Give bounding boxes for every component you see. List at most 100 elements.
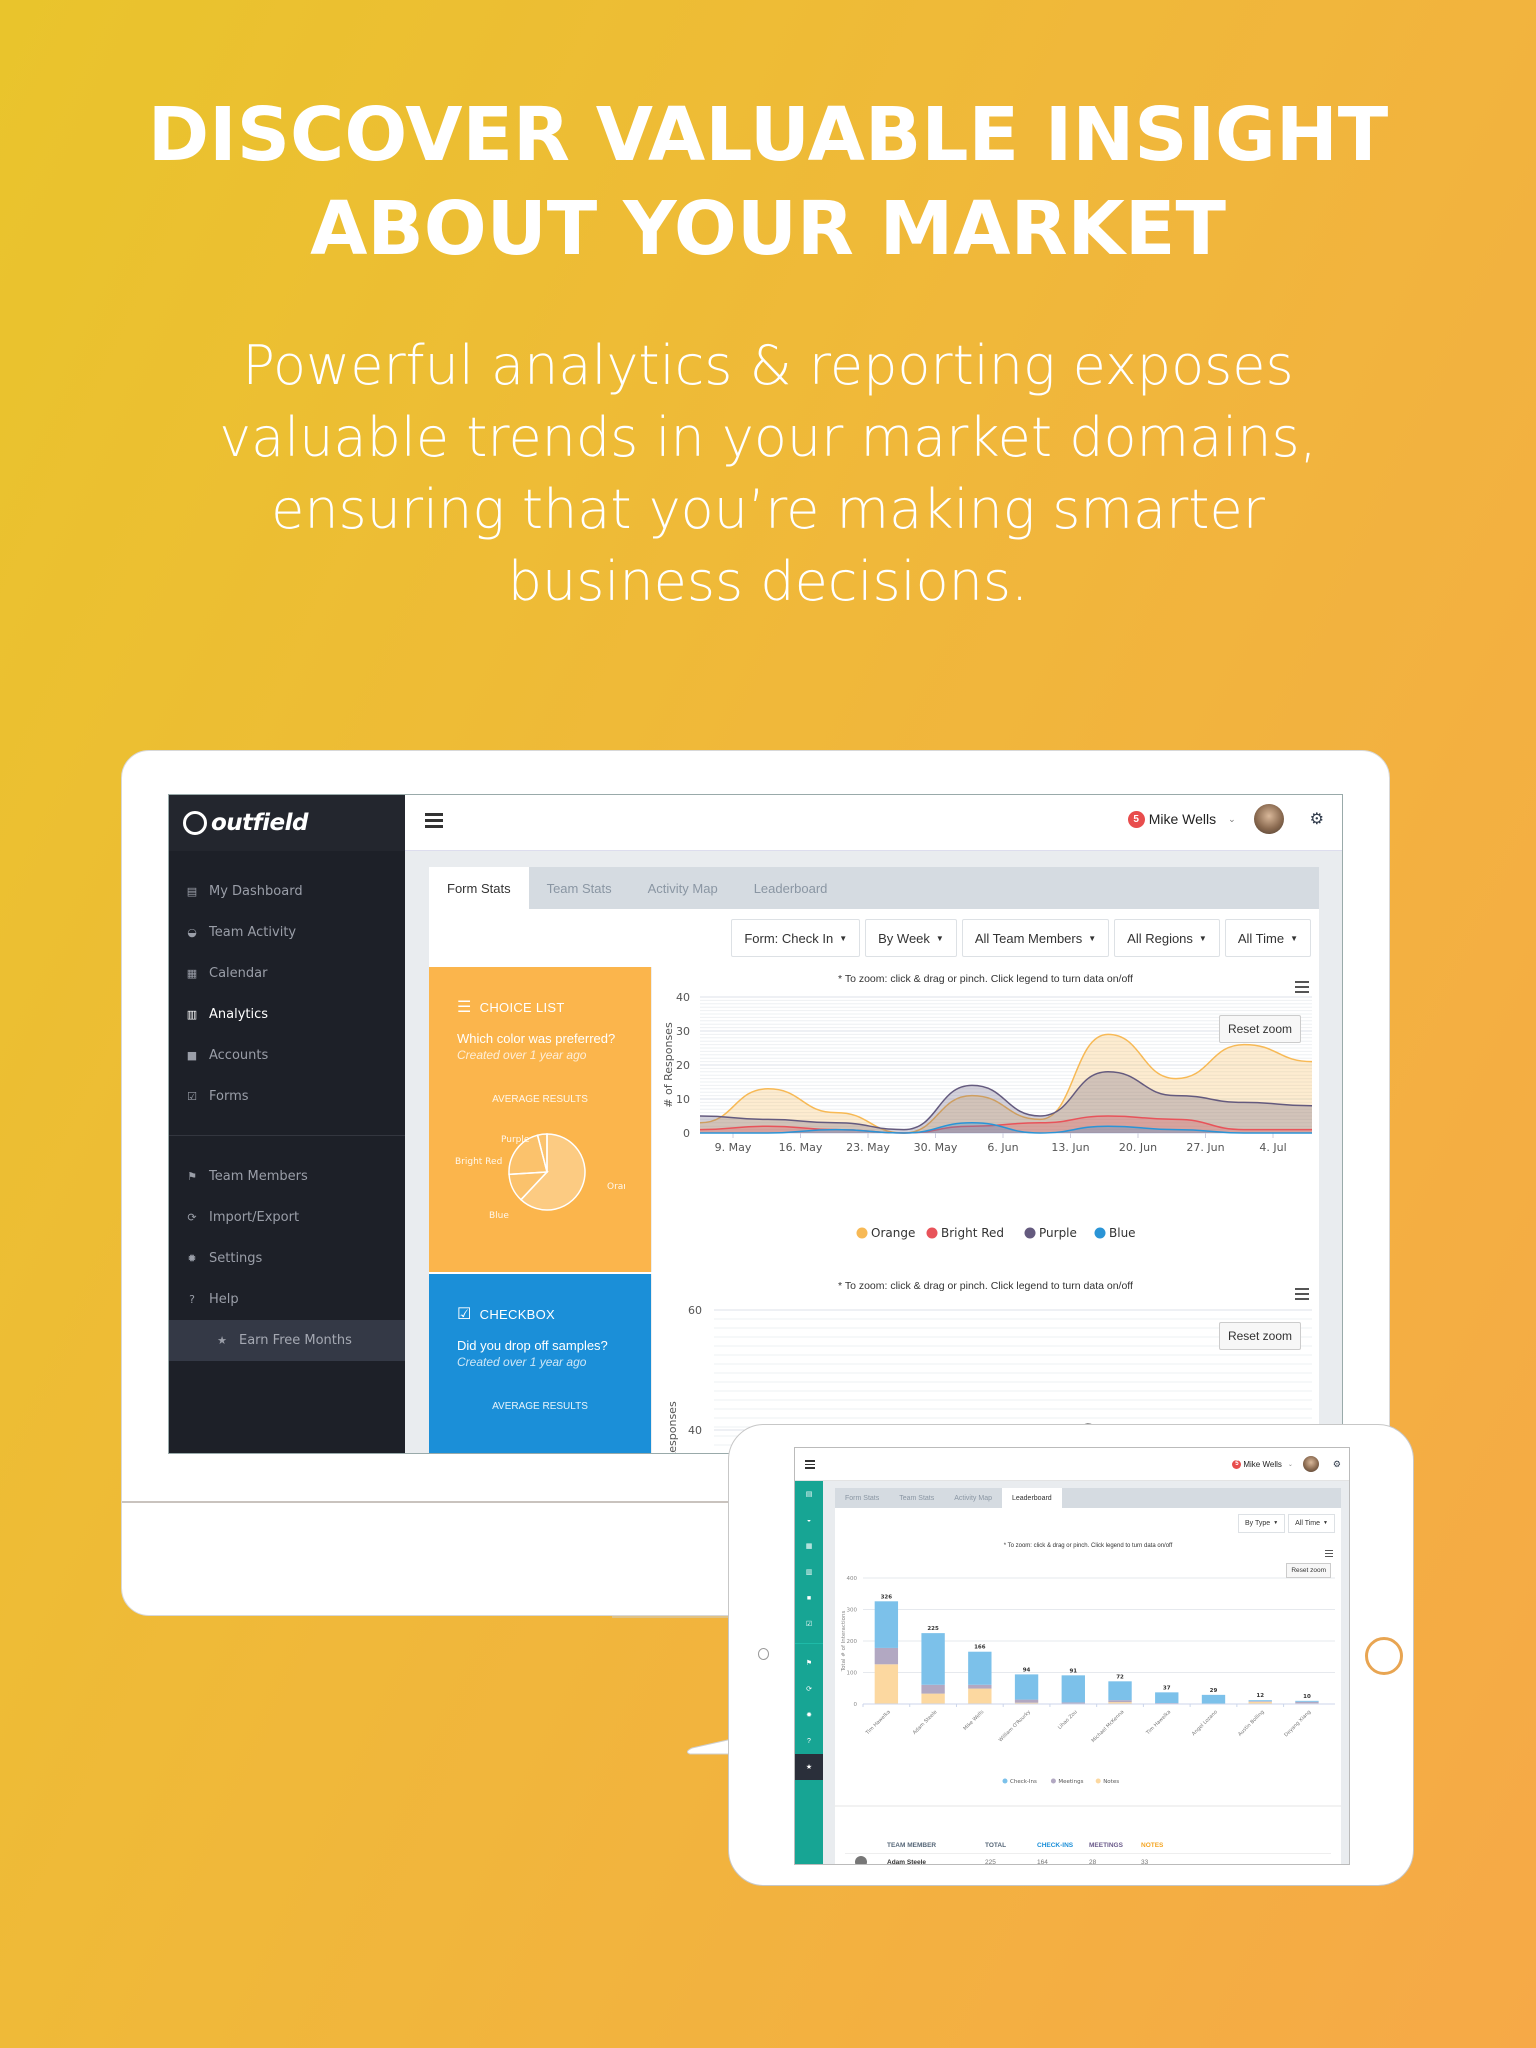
sidebar-item-team-activity[interactable]: ◒ Team Activity — [169, 912, 405, 953]
sidebar-item-help[interactable]: ? Help — [169, 1279, 405, 1320]
gear-icon[interactable]: ⚙ — [1333, 1459, 1341, 1470]
bar-segment-meetings — [1014, 1699, 1039, 1703]
tablet-top-bar: 5 Mike Wells ⌄ ⚙ — [795, 1448, 1349, 1481]
avatar[interactable] — [1253, 804, 1284, 834]
x-tick-label: 30. May — [914, 1141, 958, 1154]
x-tick-label: 27. Jun — [1186, 1141, 1224, 1154]
x-tick-label: Mike Wells — [962, 1709, 985, 1732]
column-header[interactable]: TEAM MEMBER — [845, 1842, 985, 1849]
filter-dropdown[interactable]: By Type ▼ — [1238, 1513, 1286, 1533]
bar-total-label: 166 — [974, 1645, 986, 1651]
tab-team-stats[interactable]: Team Stats — [889, 1488, 944, 1508]
bar-total-label: 326 — [881, 1594, 893, 1600]
checkbox-icon[interactable]: ☑ — [795, 1611, 823, 1637]
refresh-icon[interactable]: ⟳ — [795, 1676, 823, 1702]
column-header[interactable]: MEETINGS — [1089, 1842, 1141, 1849]
filter-label: By Week — [878, 930, 930, 946]
pie-chart[interactable]: Orange Blue Bright Red Purple — [455, 1117, 625, 1227]
filter-dropdown[interactable]: All Time ▼ — [1224, 919, 1311, 957]
legend-item[interactable]: Meetings — [1050, 1778, 1084, 1786]
sidebar-item-import-export[interactable]: ⟳ Import/Export — [169, 1197, 405, 1238]
column-header[interactable]: TOTAL — [985, 1842, 1037, 1849]
tab-form-stats[interactable]: Form Stats — [835, 1488, 889, 1508]
caret-down-icon: ▼ — [1088, 933, 1097, 943]
column-header[interactable]: CHECK-INS — [1037, 1842, 1089, 1849]
legend-item[interactable]: Blue — [1094, 1226, 1136, 1240]
hamburger-menu-icon[interactable] — [425, 813, 443, 828]
filter-label: All Regions — [1127, 930, 1193, 946]
sidebar-item-calendar[interactable]: ▦ Calendar — [169, 953, 405, 994]
column-header[interactable]: NOTES — [1141, 1842, 1193, 1849]
filter-dropdown[interactable]: All Team Members ▼ — [961, 919, 1110, 957]
gear-icon[interactable]: ✹ — [795, 1702, 823, 1728]
user-menu[interactable]: 5 Mike Wells ⌄ ⚙ — [1127, 804, 1324, 834]
pie-label: Bright Red — [455, 1157, 502, 1167]
filter-dropdown[interactable]: All Time ▼ — [1288, 1513, 1335, 1533]
notification-badge[interactable]: 5 — [1232, 1459, 1242, 1469]
user-menu[interactable]: 5 Mike Wells ⌄ ⚙ — [1232, 1456, 1341, 1472]
legend-item[interactable]: Check-Ins — [1002, 1778, 1038, 1786]
legend-label: Notes — [1103, 1779, 1119, 1785]
bar-segment-check-ins — [1295, 1700, 1319, 1702]
average-results-label: AVERAGE RESULTS — [492, 1401, 588, 1412]
bar-chart-icon[interactable]: ▥ — [795, 1559, 823, 1585]
x-tick-label: Tim Hawelka — [864, 1709, 892, 1737]
bar-segment-meetings — [1108, 1700, 1132, 1703]
star-icon[interactable]: ★ — [795, 1754, 823, 1780]
tab-team-stats[interactable]: Team Stats — [529, 867, 630, 909]
hamburger-menu-icon[interactable] — [805, 1460, 815, 1471]
chevron-down-icon[interactable]: ⌄ — [1228, 814, 1236, 825]
filter-dropdown[interactable]: By Week ▼ — [865, 919, 957, 957]
tab-activity-map[interactable]: Activity Map — [944, 1488, 1002, 1508]
filter-label: All Time — [1237, 930, 1285, 946]
x-tick-label: Angel Lozano — [1191, 1709, 1219, 1737]
bar-segment-check-ins — [1108, 1681, 1132, 1701]
logo[interactable]: outfield — [169, 795, 405, 851]
notification-badge[interactable]: 5 — [1127, 810, 1145, 828]
question-icon[interactable]: ? — [795, 1728, 823, 1754]
y-tick-label: 0 — [683, 1127, 690, 1140]
reset-zoom-button[interactable]: Reset zoom — [1218, 1015, 1301, 1043]
flag-icon[interactable]: ⚑ — [795, 1650, 823, 1676]
filter-dropdown[interactable]: All Regions ▼ — [1114, 919, 1220, 957]
chevron-down-icon[interactable]: ⌄ — [1288, 1461, 1293, 1468]
legend-item[interactable]: Bright Red — [926, 1226, 1005, 1240]
dashboard-icon[interactable]: ▤ — [795, 1481, 823, 1507]
sidebar-item-earn-free-months[interactable]: ★ Earn Free Months — [169, 1320, 405, 1361]
tab-activity-map[interactable]: Activity Map — [630, 867, 736, 909]
gear-icon[interactable]: ⚙ — [1310, 809, 1324, 829]
sidebar-item-forms[interactable]: ☑ Forms — [169, 1076, 405, 1117]
sidebar-item-my-dashboard[interactable]: ▤ My Dashboard — [169, 871, 405, 912]
sidebar-item-analytics[interactable]: ▥ Analytics — [169, 994, 405, 1035]
table-row[interactable]: Adam Steele 225 164 28 33 — [845, 1854, 1331, 1864]
user-name[interactable]: Mike Wells — [1243, 1460, 1282, 1469]
leaderboard-content: Form Stats Team Stats Activity Map Leaderbo… — [835, 1488, 1341, 1864]
avatar[interactable] — [1302, 1456, 1319, 1472]
logo-text: outfield — [211, 810, 309, 836]
sidebar-nav-secondary: ⚑ Team Members ⟳ Import/Export ✹ Settings? Hel… — [169, 1156, 405, 1320]
y-tick-label: 100 — [847, 1671, 858, 1677]
stacked-bar-chart[interactable]: 0 100 200 300 400 Total # of Interactions 326 T… — [835, 1548, 1341, 1808]
area-chart[interactable]: 0 10 20 30 40 # of Responses 9. May 16. May 23. … — [652, 967, 1320, 1272]
legend-item[interactable]: Orange — [856, 1226, 916, 1240]
bar-total-label: 10 — [1303, 1694, 1311, 1700]
filter-label: By Type — [1245, 1519, 1271, 1527]
briefcase-icon[interactable]: ■ — [795, 1585, 823, 1611]
x-tick-label: Michael McKenna — [1091, 1709, 1126, 1744]
legend-item[interactable]: Notes — [1095, 1778, 1120, 1786]
tab-leaderboard[interactable]: Leaderboard — [736, 867, 846, 909]
reset-zoom-button[interactable]: Reset zoom — [1286, 1563, 1331, 1578]
reset-zoom-button[interactable]: Reset zoom — [1218, 1322, 1301, 1350]
x-tick-label: Lihao Zou — [1057, 1709, 1079, 1731]
tab-form-stats[interactable]: Form Stats — [429, 867, 529, 909]
sidebar-item-team-members[interactable]: ⚑ Team Members — [169, 1156, 405, 1197]
user-name[interactable]: Mike Wells — [1149, 811, 1216, 827]
filter-dropdown[interactable]: Form: Check In ▼ — [731, 919, 861, 957]
sidebar-item-accounts[interactable]: ■ Accounts — [169, 1035, 405, 1076]
tablet-home-button[interactable] — [1365, 1637, 1403, 1675]
speedometer-icon[interactable]: ◒ — [795, 1507, 823, 1533]
tab-leaderboard[interactable]: Leaderboard — [1001, 1488, 1062, 1508]
calendar-icon[interactable]: ▦ — [795, 1533, 823, 1559]
legend-item[interactable]: Purple — [1024, 1226, 1077, 1240]
sidebar-item-settings[interactable]: ✹ Settings — [169, 1238, 405, 1279]
